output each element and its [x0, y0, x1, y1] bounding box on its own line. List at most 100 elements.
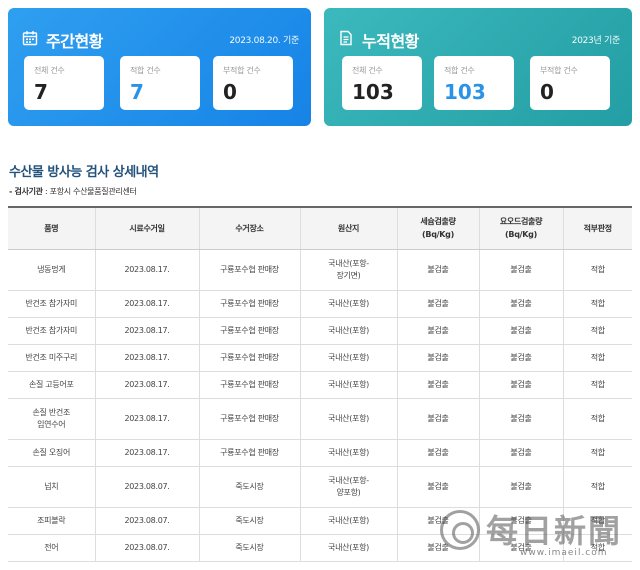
table-row: 손질 반건조 임연수어 2023.08.17. 구룡포수협 판매장 국내산(포항…: [8, 398, 632, 440]
cell-item: 조피볼락: [8, 507, 95, 535]
cell-item: 손질 고등어포: [8, 371, 95, 399]
stat-value: 7: [130, 80, 144, 104]
cell-date: 2023.08.17.: [94, 398, 199, 440]
cumulative-status-card: 누적현황 2023년 기준 전체 건수 103 적합 건수 103 부적합 건수…: [324, 8, 632, 126]
cell-verdict: 적합: [562, 398, 632, 440]
cell-origin: 국내산(포항): [299, 507, 397, 535]
table-row: 냉동멍게 2023.08.17. 구룡포수협 판매장 국내산(포항- 장기면) …: [8, 249, 632, 291]
cell-place: 죽도시장: [198, 466, 300, 508]
cell-origin: 국내산(포항): [299, 317, 397, 345]
stat-label: 전체 건수: [352, 66, 383, 75]
stat-value: 103: [352, 80, 394, 104]
cell-cesium: 불검출: [396, 507, 479, 535]
column-header-item: 품명: [8, 206, 95, 250]
weekly-fail-box: 부적합 건수 0: [213, 56, 293, 110]
cell-origin: 국내산(포항): [299, 534, 397, 562]
cell-iodine: 불검출: [478, 371, 563, 399]
table-header-row: 품명 시료수거일 수거장소 원산지 세슘검출량 (Bq/Kg) 요오드검출량 (…: [8, 206, 632, 250]
cell-iodine: 불검출: [478, 439, 563, 467]
cell-cesium: 불검출: [396, 398, 479, 440]
cell-item: 냉동멍게: [8, 249, 95, 291]
cell-place: 구룡포수협 판매장: [198, 398, 300, 440]
column-header-date: 시료수거일: [94, 206, 199, 250]
stat-label: 적합 건수: [444, 66, 475, 75]
cell-origin: 국내산(포항): [299, 439, 397, 467]
cell-place: 구룡포수협 판매장: [198, 439, 300, 467]
cell-verdict: 적합: [562, 507, 632, 535]
cell-date: 2023.08.17.: [94, 344, 199, 372]
cell-cesium: 불검출: [396, 317, 479, 345]
cell-verdict: 적합: [562, 534, 632, 562]
stat-value: 103: [444, 80, 486, 104]
cell-verdict: 적합: [562, 290, 632, 318]
cell-verdict: 적합: [562, 371, 632, 399]
stat-value: 7: [34, 80, 48, 104]
cell-item: 반건조 참가자미: [8, 290, 95, 318]
cell-date: 2023.08.17.: [94, 317, 199, 345]
weekly-card-title: 주간현황: [46, 32, 103, 51]
cell-cesium: 불검출: [396, 290, 479, 318]
inspection-agency: - 검사기관 : 포항시 수산물품질관리센터: [9, 186, 137, 197]
cumulative-fail-box: 부적합 건수 0: [530, 56, 610, 110]
table-row: 넙치 2023.08.07. 죽도시장 국내산(포항- 양포항) 불검출 불검출…: [8, 466, 632, 508]
cell-origin: 국내산(포항- 양포항): [299, 466, 397, 508]
cell-iodine: 불검출: [478, 344, 563, 372]
cell-origin: 국내산(포항): [299, 344, 397, 372]
agency-label: - 검사기관: [9, 187, 43, 196]
weekly-total-box: 전체 건수 7: [24, 56, 104, 110]
cell-origin: 국내산(포항): [299, 398, 397, 440]
table-row: 반건조 참가자미 2023.08.17. 구룡포수협 판매장 국내산(포항) 불…: [8, 317, 632, 345]
cell-iodine: 불검출: [478, 398, 563, 440]
cumulative-card-header: 누적현황 2023년 기준: [338, 28, 620, 51]
cumulative-pass-box: 적합 건수 103: [434, 56, 514, 110]
cell-date: 2023.08.17.: [94, 290, 199, 318]
cell-date: 2023.08.07.: [94, 534, 199, 562]
cell-cesium: 불검출: [396, 439, 479, 467]
cell-place: 구룡포수협 판매장: [198, 344, 300, 372]
cell-item: 반건조 참가자미: [8, 317, 95, 345]
cell-iodine: 불검출: [478, 466, 563, 508]
cell-verdict: 적합: [562, 439, 632, 467]
stat-label: 부적합 건수: [540, 66, 578, 75]
stat-value: 0: [540, 80, 554, 104]
column-header-iodine: 요오드검출량 (Bq/Kg): [478, 206, 563, 250]
stat-value: 0: [223, 80, 237, 104]
cell-verdict: 적합: [562, 344, 632, 372]
cell-cesium: 불검출: [396, 466, 479, 508]
cell-date: 2023.08.07.: [94, 466, 199, 508]
table-row: 반건조 참가자미 2023.08.17. 구룡포수협 판매장 국내산(포항) 불…: [8, 290, 632, 318]
column-header-verdict: 적부판정: [562, 206, 632, 250]
cell-cesium: 불검출: [396, 249, 479, 291]
cell-date: 2023.08.07.: [94, 507, 199, 535]
column-header-place: 수거장소: [198, 206, 300, 250]
cell-place: 구룡포수협 판매장: [198, 249, 300, 291]
cell-place: 구룡포수협 판매장: [198, 371, 300, 399]
column-header-cesium: 세슘검출량 (Bq/Kg): [396, 206, 479, 250]
cell-place: 죽도시장: [198, 507, 300, 535]
stat-label: 전체 건수: [34, 66, 65, 75]
table-row: 반건조 미주구리 2023.08.17. 구룡포수협 판매장 국내산(포항) 불…: [8, 344, 632, 372]
cumulative-card-title: 누적현황: [362, 32, 419, 51]
cell-iodine: 불검출: [478, 249, 563, 291]
cell-origin: 국내산(포항- 장기면): [299, 249, 397, 291]
cell-item: 전어: [8, 534, 95, 562]
cell-date: 2023.08.17.: [94, 439, 199, 467]
cell-cesium: 불검출: [396, 534, 479, 562]
cell-iodine: 불검출: [478, 290, 563, 318]
cell-place: 죽도시장: [198, 534, 300, 562]
cell-cesium: 불검출: [396, 344, 479, 372]
detail-section-title: 수산물 방사능 검사 상세내역: [9, 165, 159, 180]
document-icon: [340, 30, 352, 46]
cell-item: 넙치: [8, 466, 95, 508]
cell-verdict: 적합: [562, 317, 632, 345]
weekly-card-header: 주간현황 2023.08.20. 기준: [22, 28, 299, 51]
cell-date: 2023.08.17.: [94, 371, 199, 399]
cell-item: 손질 오징어: [8, 439, 95, 467]
table-row: 조피볼락 2023.08.07. 죽도시장 국내산(포항) 불검출 불검출 적합: [8, 507, 632, 535]
weekly-status-card: 주간현황 2023.08.20. 기준 전체 건수 7 적합 건수 7 부적합 …: [8, 8, 311, 126]
table-row: 손질 고등어포 2023.08.17. 구룡포수협 판매장 국내산(포항) 불검…: [8, 371, 632, 399]
weekly-pass-box: 적합 건수 7: [120, 56, 200, 110]
calendar-icon: [22, 31, 38, 46]
cell-verdict: 적합: [562, 466, 632, 508]
cell-place: 구룡포수협 판매장: [198, 290, 300, 318]
